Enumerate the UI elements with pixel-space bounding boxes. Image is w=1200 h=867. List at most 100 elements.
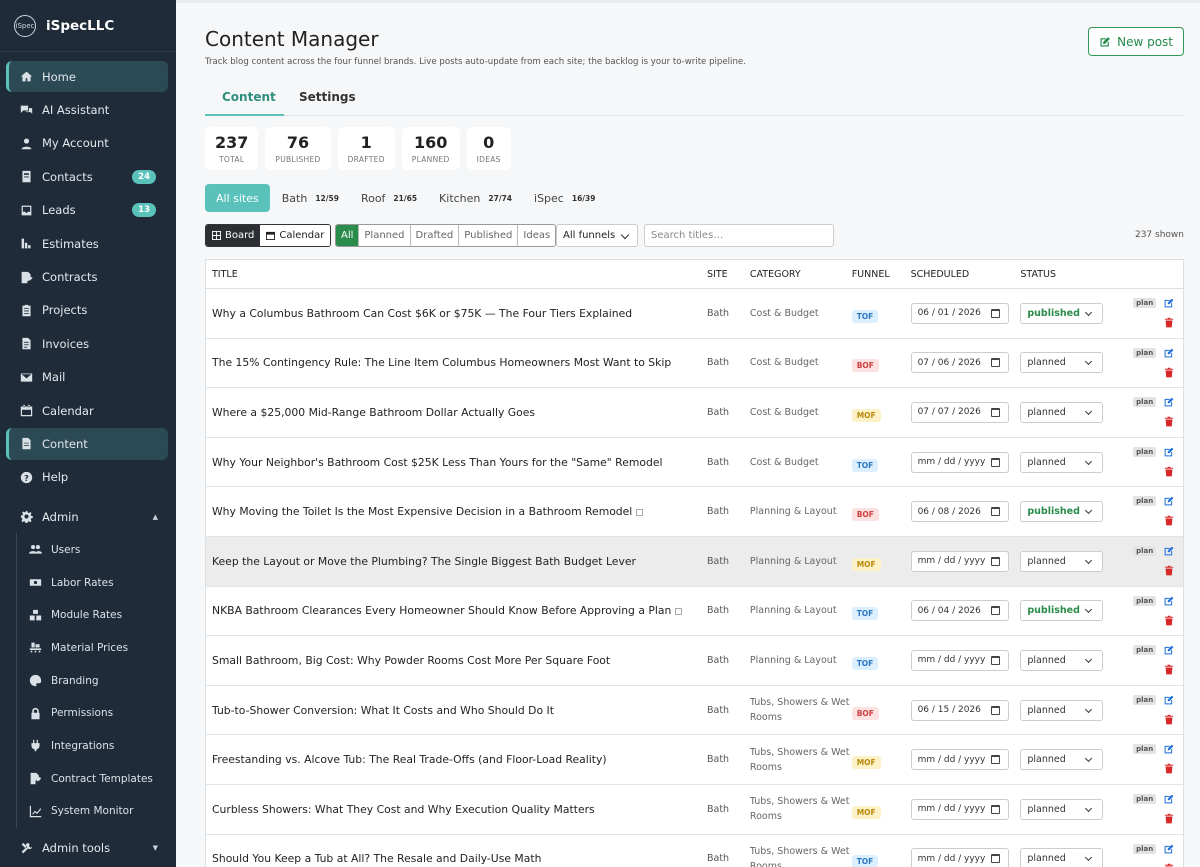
table-row[interactable]: Why Moving the Toilet Is the Most Expens… xyxy=(206,487,1183,537)
post-title[interactable]: Keep the Layout or Move the Plumbing? Th… xyxy=(206,555,707,568)
sidebar-item-system-monitor[interactable]: System Monitor xyxy=(0,795,176,828)
site-tab-roof[interactable]: Roof 21/65 xyxy=(361,192,417,205)
edit-icon[interactable] xyxy=(1164,744,1174,754)
sidebar-item-module-rates[interactable]: Module Rates xyxy=(0,599,176,632)
col-category[interactable]: CATEGORY xyxy=(750,267,852,282)
sidebar-item-my-account[interactable]: My Account xyxy=(0,127,176,160)
post-title[interactable]: Curbless Showers: What They Cost and Why… xyxy=(206,803,707,816)
sidebar-item-material-prices[interactable]: Material Prices xyxy=(0,632,176,665)
sidebar-item-branding[interactable]: Branding xyxy=(0,664,176,697)
site-tab-bath[interactable]: Bath 12/59 xyxy=(282,192,339,205)
sidebar-item-labor-rates[interactable]: Labor Rates xyxy=(0,566,176,599)
edit-icon[interactable] xyxy=(1164,695,1174,705)
sidebar-item-invoices[interactable]: Invoices xyxy=(0,327,176,360)
edit-icon[interactable] xyxy=(1164,596,1174,606)
post-title[interactable]: NKBA Bathroom Clearances Every Homeowner… xyxy=(206,604,707,617)
status-select[interactable]: published xyxy=(1020,302,1104,324)
scheduled-date-input[interactable]: 07 / 07 / 2026 xyxy=(910,401,1009,423)
scheduled-date-input[interactable]: 06 / 01 / 2026 xyxy=(910,302,1009,324)
status-select[interactable]: planned xyxy=(1020,550,1104,572)
table-row[interactable]: Why Your Neighbor's Bathroom Cost $25K L… xyxy=(206,438,1183,488)
sidebar-item-ai-assistant[interactable]: AI Assistant xyxy=(0,93,176,126)
sidebar-item-admin-tools[interactable]: Admin tools ▼ xyxy=(0,832,176,865)
edit-icon[interactable] xyxy=(1164,794,1174,804)
filter-published-button[interactable]: Published xyxy=(458,225,518,246)
brand[interactable]: iSpec iSpecLLC xyxy=(0,0,176,52)
edit-icon[interactable] xyxy=(1164,397,1174,407)
filter-all-button[interactable]: All xyxy=(336,225,359,246)
sidebar-item-contract-templates[interactable]: Contract Templates xyxy=(0,762,176,795)
filter-planned-button[interactable]: Planned xyxy=(358,225,410,246)
trash-icon[interactable] xyxy=(1164,714,1174,725)
table-row[interactable]: Tub-to-Shower Conversion: What It Costs … xyxy=(206,686,1183,736)
status-select[interactable]: planned xyxy=(1020,649,1104,671)
tab-content[interactable]: Content xyxy=(222,90,276,104)
col-site[interactable]: SITE xyxy=(707,269,750,280)
site-tab-all-sites[interactable]: All sites xyxy=(205,184,270,212)
trash-icon[interactable] xyxy=(1164,863,1174,867)
table-row[interactable]: The 15% Contingency Rule: The Line Item … xyxy=(206,339,1183,389)
col-funnel[interactable]: FUNNEL xyxy=(852,269,911,280)
table-row[interactable]: NKBA Bathroom Clearances Every Homeowner… xyxy=(206,587,1183,637)
site-tab-ispec[interactable]: iSpec 16/39 xyxy=(534,192,595,205)
status-select[interactable]: planned xyxy=(1020,352,1104,374)
scheduled-date-input[interactable]: 06 / 15 / 2026 xyxy=(910,699,1009,721)
site-tab-kitchen[interactable]: Kitchen 27/74 xyxy=(439,192,512,205)
sidebar-item-contacts[interactable]: Contacts 24 xyxy=(0,160,176,193)
trash-icon[interactable] xyxy=(1164,317,1174,328)
scheduled-date-input[interactable]: mm / dd / yyyy xyxy=(910,798,1009,820)
sidebar-item-mail[interactable]: Mail xyxy=(0,361,176,394)
scheduled-date-input[interactable]: 07 / 06 / 2026 xyxy=(910,352,1009,374)
scheduled-date-input[interactable]: mm / dd / yyyy xyxy=(910,848,1009,867)
trash-icon[interactable] xyxy=(1164,515,1174,526)
status-select[interactable]: planned xyxy=(1020,848,1104,867)
calendar-view-button[interactable]: Calendar xyxy=(260,225,331,246)
edit-icon[interactable] xyxy=(1164,447,1174,457)
sidebar-item-leads[interactable]: Leads 13 xyxy=(0,194,176,227)
sidebar-item-content[interactable]: Content xyxy=(0,427,176,461)
filter-ideas-button[interactable]: Ideas xyxy=(517,225,556,246)
board-view-button[interactable]: Board xyxy=(206,225,261,246)
edit-icon[interactable] xyxy=(1164,546,1174,556)
sidebar-item-contracts[interactable]: Contracts xyxy=(0,260,176,293)
status-select[interactable]: published xyxy=(1020,600,1104,622)
trash-icon[interactable] xyxy=(1164,565,1174,576)
scheduled-date-input[interactable]: mm / dd / yyyy xyxy=(910,749,1009,771)
tab-settings[interactable]: Settings xyxy=(299,90,356,104)
post-title[interactable]: The 15% Contingency Rule: The Line Item … xyxy=(206,356,707,369)
sidebar-item-admin[interactable]: Admin ▲ xyxy=(0,500,176,533)
edit-icon[interactable] xyxy=(1164,844,1174,854)
post-title[interactable]: Why a Columbus Bathroom Can Cost $6K or … xyxy=(206,307,707,320)
funnel-select[interactable]: All funnels xyxy=(556,224,638,247)
status-select[interactable]: planned xyxy=(1020,699,1104,721)
table-row[interactable]: Small Bathroom, Big Cost: Why Powder Roo… xyxy=(206,636,1183,686)
trash-icon[interactable] xyxy=(1164,813,1174,824)
post-title[interactable]: Small Bathroom, Big Cost: Why Powder Roo… xyxy=(206,654,707,667)
sidebar-item-projects[interactable]: Projects xyxy=(0,294,176,327)
col-status[interactable]: STATUS xyxy=(1020,269,1124,280)
sidebar-item-permissions[interactable]: Permissions xyxy=(0,697,176,730)
trash-icon[interactable] xyxy=(1164,664,1174,675)
edit-icon[interactable] xyxy=(1164,645,1174,655)
status-select[interactable]: planned xyxy=(1020,401,1104,423)
external-link-icon[interactable] xyxy=(636,509,644,517)
status-select[interactable]: planned xyxy=(1020,798,1104,820)
table-row[interactable]: Keep the Layout or Move the Plumbing? Th… xyxy=(206,536,1183,587)
status-select[interactable]: planned xyxy=(1020,749,1104,771)
scheduled-date-input[interactable]: mm / dd / yyyy xyxy=(910,550,1009,572)
search-input[interactable] xyxy=(644,224,834,247)
edit-icon[interactable] xyxy=(1164,298,1174,308)
trash-icon[interactable] xyxy=(1164,367,1174,378)
status-select[interactable]: planned xyxy=(1020,451,1104,473)
trash-icon[interactable] xyxy=(1164,615,1174,626)
sidebar-item-home[interactable]: Home xyxy=(0,60,176,93)
sidebar-item-estimates[interactable]: Estimates xyxy=(0,227,176,260)
table-row[interactable]: Should You Keep a Tub at All? The Resale… xyxy=(206,835,1183,867)
sidebar-item-help[interactable]: ? Help xyxy=(0,461,176,494)
status-select[interactable]: published xyxy=(1020,501,1104,523)
edit-icon[interactable] xyxy=(1164,496,1174,506)
scheduled-date-input[interactable]: 06 / 04 / 2026 xyxy=(910,600,1009,622)
trash-icon[interactable] xyxy=(1164,416,1174,427)
table-row[interactable]: Where a $25,000 Mid-Range Bathroom Dolla… xyxy=(206,388,1183,438)
post-title[interactable]: Where a $25,000 Mid-Range Bathroom Dolla… xyxy=(206,406,707,419)
